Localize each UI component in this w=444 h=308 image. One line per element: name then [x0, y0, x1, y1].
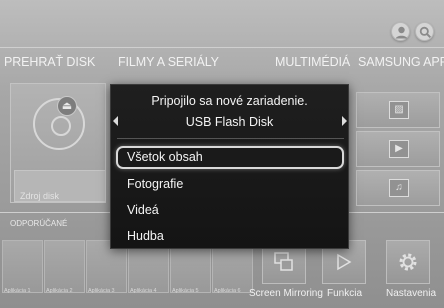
- menu-item-photos[interactable]: Fotografie: [116, 173, 344, 196]
- app-label-2: Aplikácia 2: [46, 288, 73, 294]
- device-name: USB Flash Disk: [185, 115, 274, 129]
- gear-icon: [387, 241, 429, 283]
- multimedia-music-tile[interactable]: ♫: [356, 170, 440, 206]
- menu-item-videos[interactable]: Videá: [116, 199, 344, 222]
- photo-icon: ▨: [389, 101, 409, 119]
- app-label-3: Aplikácia 3: [88, 288, 115, 294]
- app-label-5: Aplikácia 5: [172, 288, 199, 294]
- eject-icon: ⏏: [57, 96, 77, 116]
- section-samsung-apps[interactable]: SAMSUNG APPS: [358, 55, 444, 69]
- app-label-1: Aplikácia 1: [4, 288, 31, 294]
- user-icon[interactable]: [391, 22, 410, 41]
- multimedia-videos-tile[interactable]: ▶: [356, 131, 440, 167]
- function-label: Funkcia: [327, 288, 363, 299]
- app-label-6: Aplikácia 6: [214, 288, 241, 294]
- app-tile-2[interactable]: [44, 240, 85, 293]
- popup-title: Pripojilo sa nové zariadenie.: [151, 94, 308, 108]
- chevron-right-icon[interactable]: [342, 116, 347, 126]
- app-tile-1[interactable]: [2, 240, 43, 293]
- menu-item-all-content[interactable]: Všetok obsah: [116, 146, 344, 169]
- video-icon: ▶: [389, 140, 409, 158]
- recommended-label: ODPORÚČANÉ: [10, 219, 68, 228]
- app-label-4: Aplikácia 4: [130, 288, 157, 294]
- multimedia-photos-tile[interactable]: ▨: [356, 92, 440, 128]
- settings-label: Nastavenia: [386, 288, 437, 299]
- sources-label: Zdroj disk: [20, 191, 60, 201]
- new-device-popup: Pripojilo sa nové zariadenie. USB Flash …: [110, 84, 349, 249]
- section-multimedia[interactable]: MULTIMÉDIÁ: [275, 55, 350, 69]
- search-icon[interactable]: [415, 22, 434, 41]
- popup-divider: [117, 138, 344, 139]
- section-play-disk[interactable]: PREHRAŤ DISK: [4, 55, 95, 69]
- settings-tile[interactable]: [386, 240, 430, 284]
- section-films-series[interactable]: FILMY A SERIÁLY: [118, 55, 219, 69]
- music-icon: ♫: [389, 179, 409, 197]
- menu-item-music[interactable]: Hudba: [116, 225, 344, 248]
- screen-mirroring-label: Screen Mirroring: [249, 288, 323, 299]
- header-divider: [0, 47, 444, 48]
